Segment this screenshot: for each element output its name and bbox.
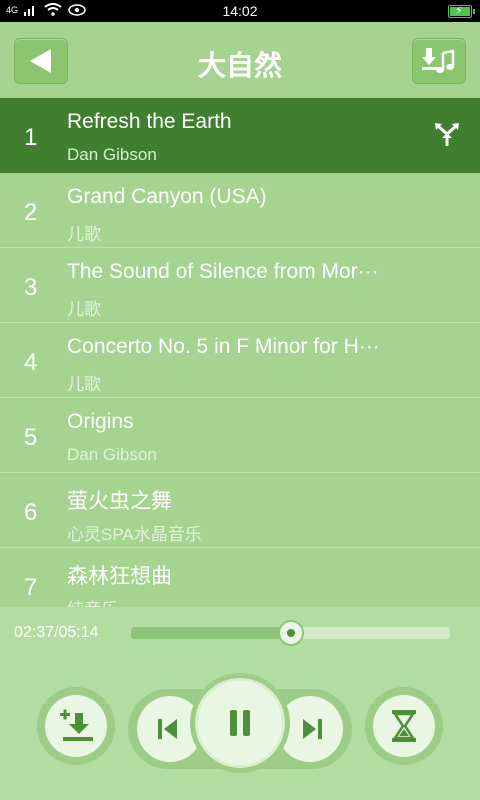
track-row-1[interactable]: 1 Refresh the Earth Dan Gibson [0, 98, 480, 173]
progress-fill [131, 627, 291, 639]
track-list[interactable]: 1 Refresh the Earth Dan Gibson 2 Grand C… [0, 98, 480, 607]
track-artist: 儿歌 [67, 300, 101, 319]
add-to-download-icon [60, 709, 93, 741]
track-number: 4 [24, 349, 38, 376]
share-button[interactable] [432, 120, 462, 155]
track-artist: 儿歌 [67, 225, 101, 244]
next-track-icon [303, 719, 322, 739]
previous-track-icon [158, 719, 177, 739]
track-row-5[interactable]: 5 Origins Dan Gibson [0, 398, 480, 473]
track-row-3[interactable]: 3 The Sound of Silence from Mor··· 儿歌 [0, 248, 480, 323]
status-bar: 4G 14:02 ⚡ [0, 0, 480, 22]
track-number: 6 [24, 499, 38, 526]
track-number: 2 [24, 199, 38, 226]
sleep-timer-icon [392, 710, 416, 742]
battery-icon: ⚡ [448, 5, 475, 18]
track-artist: 儿歌 [67, 375, 101, 394]
track-artist: Dan Gibson [67, 145, 157, 164]
track-number: 5 [24, 424, 38, 451]
track-artist: Dan Gibson [67, 445, 157, 464]
track-number: 3 [24, 274, 38, 301]
track-title: Concerto No. 5 in F Minor for H··· [67, 335, 380, 358]
player-panel: 02:37/05:14 [0, 607, 480, 800]
download-music-button[interactable] [412, 38, 466, 84]
progress-slider[interactable] [131, 620, 450, 646]
track-row-4[interactable]: 4 Concerto No. 5 in F Minor for H··· 儿歌 [0, 323, 480, 398]
share-icon [435, 123, 459, 146]
track-title: Refresh the Earth [67, 110, 232, 133]
status-time: 14:02 [222, 3, 258, 19]
sleep-timer-button[interactable] [365, 687, 443, 765]
playback-time: 02:37/05:14 [14, 624, 99, 641]
pause-button[interactable] [190, 673, 290, 773]
track-title: Origins [67, 410, 134, 433]
track-title: Grand Canyon (USA) [67, 185, 267, 208]
header-bar: 大自然 [0, 22, 480, 98]
track-artist: 纯音乐 [67, 595, 417, 607]
progress-handle[interactable] [277, 620, 304, 646]
track-number: 1 [24, 124, 38, 151]
track-title: The Sound of Silence from Mor··· [67, 260, 379, 283]
page-title: 大自然 [197, 49, 282, 82]
track-number: 7 [24, 574, 38, 601]
track-title: 萤火虫之舞 [67, 490, 172, 513]
download-music-icon [422, 48, 455, 73]
track-row-6[interactable]: 6 萤火虫之舞 心灵SPA水晶音乐 [0, 473, 480, 548]
pause-icon [230, 710, 250, 736]
track-artist: 心灵SPA水晶音乐 [67, 525, 202, 544]
track-row-7[interactable]: 7 森林狂想曲 纯音乐 [0, 548, 480, 607]
track-row-2[interactable]: 2 Grand Canyon (USA) 儿歌 [0, 173, 480, 248]
track-title: 森林狂想曲 [67, 565, 172, 588]
add-download-button[interactable] [37, 687, 115, 765]
